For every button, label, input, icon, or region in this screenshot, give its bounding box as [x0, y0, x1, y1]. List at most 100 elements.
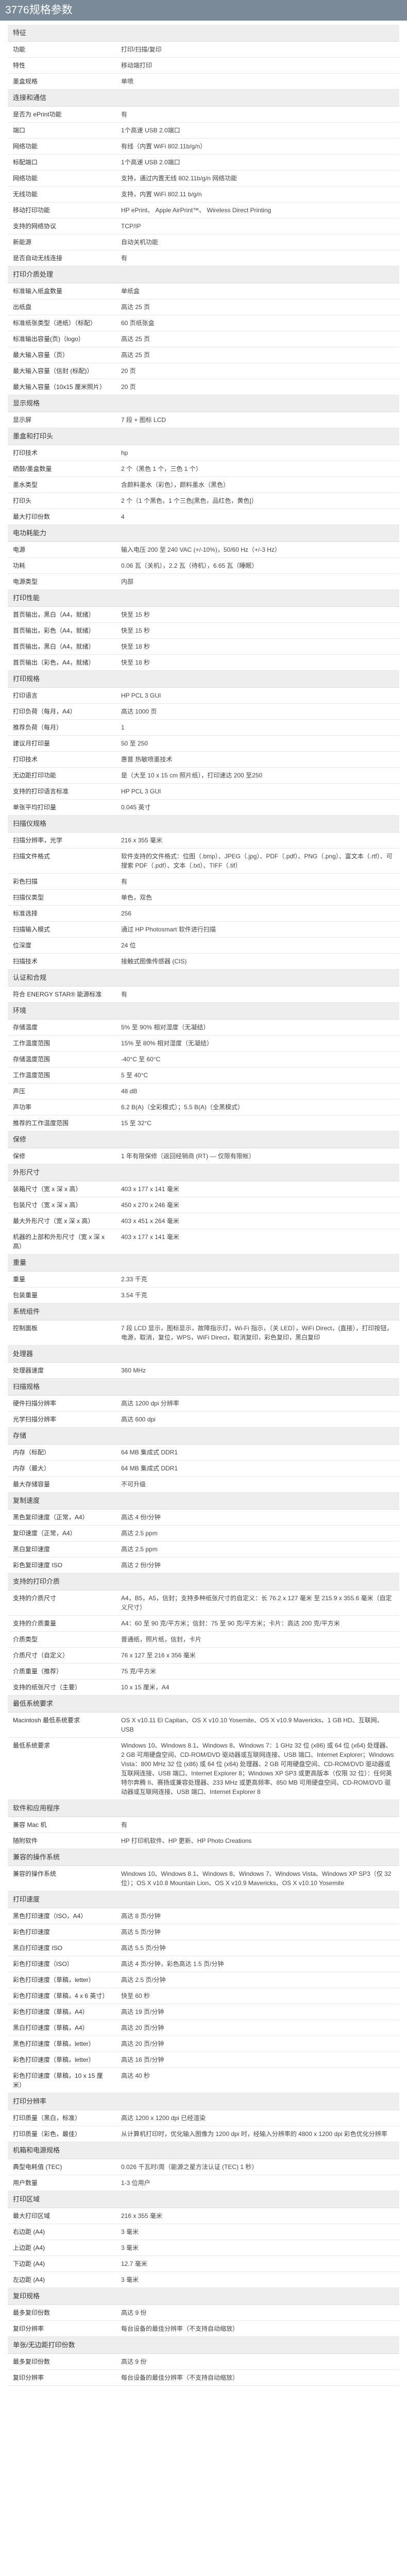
spec-value: A4：60 至 90 克/平方米；信封：75 至 90 克/平方米；卡片：高达 … — [116, 1615, 399, 1632]
spec-value: 1-3 位用户 — [116, 2175, 399, 2191]
spec-value: 高达 4 页/分钟，彩色高达 1.5 页/分钟 — [116, 1956, 399, 1972]
spec-label: 打印技术 — [8, 751, 116, 768]
spec-row: 复印分辨率 每台设备的最佳分辨率（不支持自动缩放） — [8, 2320, 399, 2337]
spec-label: 重量 — [8, 1271, 116, 1287]
spec-value: 2 个（1 个黑色，1 个三色[黑色，品红色，黄色]） — [116, 493, 399, 509]
spec-label: 最大外形尺寸（宽 x 深 x 高） — [8, 1213, 116, 1229]
spec-label: 是否为 ePrint功能 — [8, 106, 116, 123]
spec-label: 显示屏 — [8, 412, 116, 428]
spec-label: 兼容的操作系统 — [8, 1866, 116, 1891]
spec-label: 是否自动无线连接 — [8, 250, 116, 266]
spec-value: 高达 2 份/分钟 — [116, 1557, 399, 1573]
spec-value: 高达 16 页/分钟 — [116, 2052, 399, 2068]
spec-row: 兼容 Mac 机有 — [8, 1817, 399, 1833]
spec-value: 接触式图像传感器 (CIS) — [116, 953, 399, 970]
spec-label: 介质类型 — [8, 1631, 116, 1648]
spec-label: 最大输入容量（信封 (标配)） — [8, 363, 116, 379]
section-title: 打印区域 — [8, 2191, 399, 2208]
spec-value: 支持，内置 WiFi 802.11 b/g/n — [116, 186, 399, 202]
spec-value: 有 — [116, 250, 399, 266]
section-header: 扫描仪规格 — [8, 815, 399, 833]
spec-label: 首页输出，黑白（A4，就绪） — [8, 606, 116, 623]
spec-label: 支持的介质重量 — [8, 1615, 116, 1632]
spec-value: 支持，通过内置无线 802.11b/g/n 网络功能 — [116, 170, 399, 187]
spec-row: 彩色打印速度（草稿，4 x 6 英寸） 快至 60 秒 — [8, 1988, 399, 2004]
spec-row: 推荐负荷（每月） 1 — [8, 719, 399, 736]
section-title: 处理器 — [8, 1345, 399, 1363]
spec-label: 打印质量（黑白，标准） — [8, 2110, 116, 2126]
section-header: 打印性能 — [8, 589, 399, 607]
spec-label: 彩色打印速度（草稿，4 x 6 英寸） — [8, 1988, 116, 2004]
spec-value: 2.33 千克 — [116, 1271, 399, 1287]
spec-label: 位深度 — [8, 937, 116, 954]
spec-value: 是（大至 10 x 15 cm 照片纸），打印速达 200 至250 — [116, 767, 399, 784]
spec-row: 内存（最大） 64 MB 集成式 DDR1 — [8, 1460, 399, 1477]
spec-row: 左边距 (A4) 3 毫米 — [8, 2272, 399, 2288]
spec-row: 扫描分辨率，光学 216 x 355 毫米 — [8, 832, 399, 849]
spec-label: 下边距 (A4) — [8, 2256, 116, 2272]
spec-row: 打印负荷（每月，A4） 高达 1000 页 — [8, 703, 399, 720]
spec-row: 装箱尺寸（宽 x 深 x 高） 403 x 177 x 141 毫米 — [8, 1181, 399, 1197]
spec-value: 高达 600 dpi — [116, 1411, 399, 1428]
section-header: 单张/无边距打印份数 — [8, 2336, 399, 2354]
spec-value: 1个高速 USB 2.0端口 — [116, 154, 399, 171]
spec-value: 快至 18 秒 — [116, 638, 399, 655]
spec-row: 黑色打印速度（ISO，A4） 高达 8 页/分钟 — [8, 1908, 399, 1924]
spec-value: Windows 10、Windows 8.1、Windows 8、Windows… — [116, 1866, 399, 1891]
spec-value: 快至 18 秒 — [116, 654, 399, 671]
spec-value: 有 — [116, 873, 399, 890]
spec-row: 无边距打印功能 是（大至 10 x 15 cm 照片纸），打印速达 200 至25… — [8, 767, 399, 784]
spec-label: 介质尺寸（自定义） — [8, 1647, 116, 1664]
spec-label: 用户数量 — [8, 2175, 116, 2191]
section-title: 重量 — [8, 1254, 399, 1272]
spec-row: 保修 1 年有限保修（返回经销商 (RT) — 仅限有限帐） — [8, 1148, 399, 1164]
spec-row: 打印技术 惠普 热敏喷墨技术 — [8, 751, 399, 768]
spec-label: 光学扫描分辨率 — [8, 1411, 116, 1428]
spec-table: 特征 功能 打印/扫描/复印 特性 移动端打印 墨盒规格 单喷 连接和通信 是否为 ePrint… — [8, 25, 399, 2386]
spec-value: 输入电压 200 至 240 VAC (+/-10%)，50/60 Hz（+/-… — [116, 541, 399, 558]
spec-value: 360 MHz — [116, 1362, 399, 1379]
spec-label: 复印分辨率 — [8, 2369, 116, 2386]
spec-row: 首页输出，黑白（A4，就绪） 快至 15 秒 — [8, 606, 399, 623]
spec-label: 随附软件 — [8, 1833, 116, 1849]
spec-label: 符合 ENERGY STAR® 能源标准 — [8, 986, 116, 1003]
spec-row: 标配端口 1个高速 USB 2.0端口 — [8, 154, 399, 171]
section-header: 外形尺寸 — [8, 1164, 399, 1181]
section-title: 支持的打印介质 — [8, 1573, 399, 1590]
spec-label: 首页输出（彩色，A4，就绪） — [8, 654, 116, 671]
spec-label: 支持的介质尺寸 — [8, 1590, 116, 1616]
spec-value: HP ePrint、 Apple AirPrint™、 Wireless Dir… — [116, 202, 399, 218]
spec-value: 通过 HP Photosmart 软件进行扫描 — [116, 921, 399, 938]
section-header: 保修 — [8, 1131, 399, 1148]
section-header: 兼容的操作系统 — [8, 1849, 399, 1866]
spec-row: 上边距 (A4) 3 毫米 — [8, 2240, 399, 2256]
spec-value: 高达 20 页/分钟 — [116, 2020, 399, 2036]
spec-label: 机器的上部和外形尺寸（宽 x 深 x 高） — [8, 1229, 116, 1255]
spec-value: 普通纸，照片纸，信封，卡片 — [116, 1631, 399, 1648]
spec-value: 快至 15 秒 — [116, 622, 399, 639]
spec-label: 移动打印功能 — [8, 202, 116, 218]
spec-value: 打印/扫描/复印 — [116, 41, 399, 58]
section-title: 最低系统要求 — [8, 1695, 399, 1713]
section-header: 打印区域 — [8, 2191, 399, 2208]
spec-label: 硒鼓/墨盒数量 — [8, 461, 116, 477]
spec-row: 最大外形尺寸（宽 x 深 x 高） 403 x 451 x 264 毫米 — [8, 1213, 399, 1229]
section-header: 墨盒和打印头 — [8, 428, 399, 445]
section-header: 特征 — [8, 25, 399, 42]
spec-value: 50 至 250 — [116, 735, 399, 752]
spec-label: 彩色打印速度（草稿，A4） — [8, 2004, 116, 2020]
spec-label: 网络功能 — [8, 138, 116, 155]
spec-row: 墨水类型 含颜料墨水（彩色），颜料墨水（黑色） — [8, 477, 399, 493]
spec-row: 硬件扫描分辨率 高达 1200 dpi 分辨率 — [8, 1395, 399, 1412]
spec-value: 5% 至 90% 相对湿度（无凝结） — [116, 1019, 399, 1036]
section-title: 系统组件 — [8, 1303, 399, 1320]
spec-row: 彩色打印速度（ISO） 高达 4 页/分钟，彩色高达 1.5 页/分钟 — [8, 1956, 399, 1972]
spec-page: 3776规格参数 特征 功能 打印/扫描/复印 特性 移动端打印 墨盒规格 单喷 连接和通信是… — [0, 0, 407, 2406]
spec-value: 高达 20 页/分钟 — [116, 2036, 399, 2052]
spec-value: TCP/IP — [116, 218, 399, 234]
spec-row: 最大输入容量（10x15 厘米照片） 20 页 — [8, 379, 399, 395]
spec-value: 高达 1200 dpi 分辨率 — [116, 1395, 399, 1412]
section-header: 打印规格 — [8, 670, 399, 688]
section-header: 重量 — [8, 1254, 399, 1272]
spec-row: 介质尺寸（自定义） 76 x 127 至 216 x 356 毫米 — [8, 1647, 399, 1664]
